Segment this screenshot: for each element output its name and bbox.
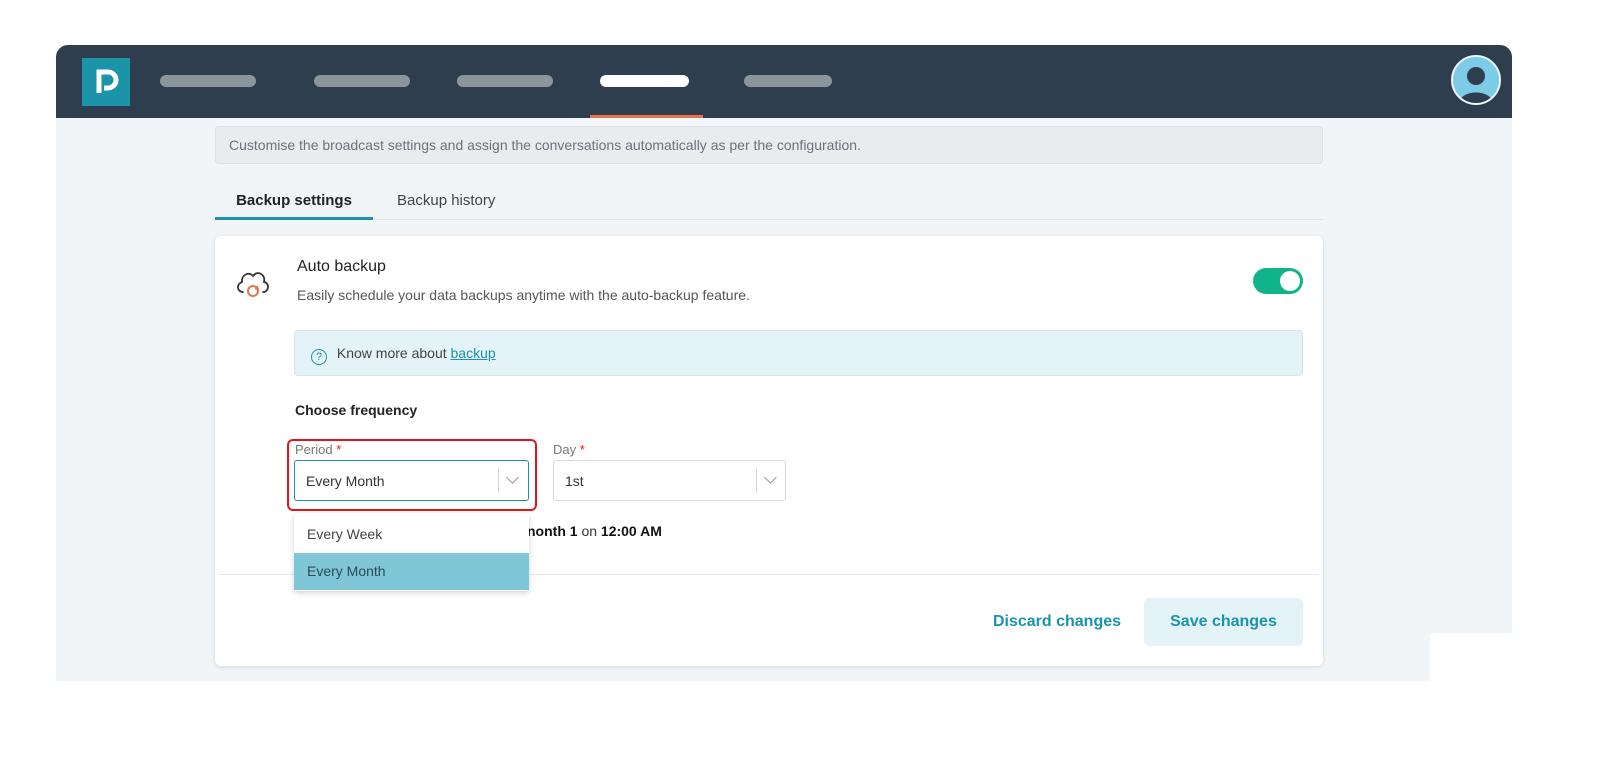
app-logo[interactable]	[82, 58, 130, 106]
nav-item-2[interactable]	[314, 75, 410, 87]
auto-backup-toggle[interactable]	[1253, 268, 1303, 294]
settings-tabs: Backup settings Backup history	[215, 183, 1323, 220]
know-more-panel: ? Know more about backup	[294, 330, 1303, 376]
user-silhouette-icon	[1459, 67, 1493, 103]
day-select[interactable]: 1st	[553, 460, 786, 501]
schedule-on: on	[581, 523, 598, 539]
logo-icon	[96, 69, 119, 93]
select-divider	[756, 469, 757, 493]
period-dropdown-menu: Every Week Every Month	[294, 513, 529, 591]
save-changes-button[interactable]: Save changes	[1144, 598, 1303, 646]
period-highlight-annotation	[287, 439, 537, 511]
dropdown-option-every-month[interactable]: Every Month	[294, 553, 529, 590]
schedule-summary: nonth 1 on 12:00 AM	[527, 523, 662, 539]
nav-item-1[interactable]	[160, 75, 256, 87]
right-edge-panel	[1430, 633, 1512, 681]
nav-item-3[interactable]	[457, 75, 553, 87]
tab-backup-history[interactable]: Backup history	[397, 192, 495, 209]
top-navigation-bar	[56, 45, 1512, 118]
auto-backup-title: Auto backup	[297, 258, 386, 275]
discard-changes-button[interactable]: Discard changes	[987, 598, 1127, 646]
auto-backup-card: Auto backup Easily schedule your data ba…	[215, 236, 1323, 666]
day-label: Day *	[553, 442, 585, 457]
cloud-sync-icon	[237, 272, 269, 297]
day-label-text: Day	[553, 442, 577, 457]
backup-help-link[interactable]: backup	[451, 345, 496, 361]
nav-item-5[interactable]	[744, 75, 832, 87]
user-avatar[interactable]	[1451, 55, 1501, 105]
toggle-knob	[1280, 271, 1300, 291]
choose-frequency-title: Choose frequency	[295, 402, 418, 418]
nav-item-4-active[interactable]	[600, 75, 689, 87]
required-marker: *	[579, 442, 585, 457]
active-nav-indicator	[590, 115, 703, 118]
schedule-day: nonth 1	[527, 523, 578, 539]
dropdown-option-every-week[interactable]: Every Week	[294, 516, 529, 553]
schedule-time: 12:00 AM	[600, 523, 662, 539]
question-circle-icon: ?	[311, 349, 327, 365]
chevron-down-icon	[764, 471, 777, 484]
tab-backup-settings[interactable]: Backup settings	[215, 192, 373, 220]
page-description-banner: Customise the broadcast settings and ass…	[215, 126, 1323, 164]
day-select-value: 1st	[565, 473, 584, 489]
know-more-text: Know more about	[336, 345, 447, 361]
auto-backup-description: Easily schedule your data backups anytim…	[297, 287, 750, 303]
